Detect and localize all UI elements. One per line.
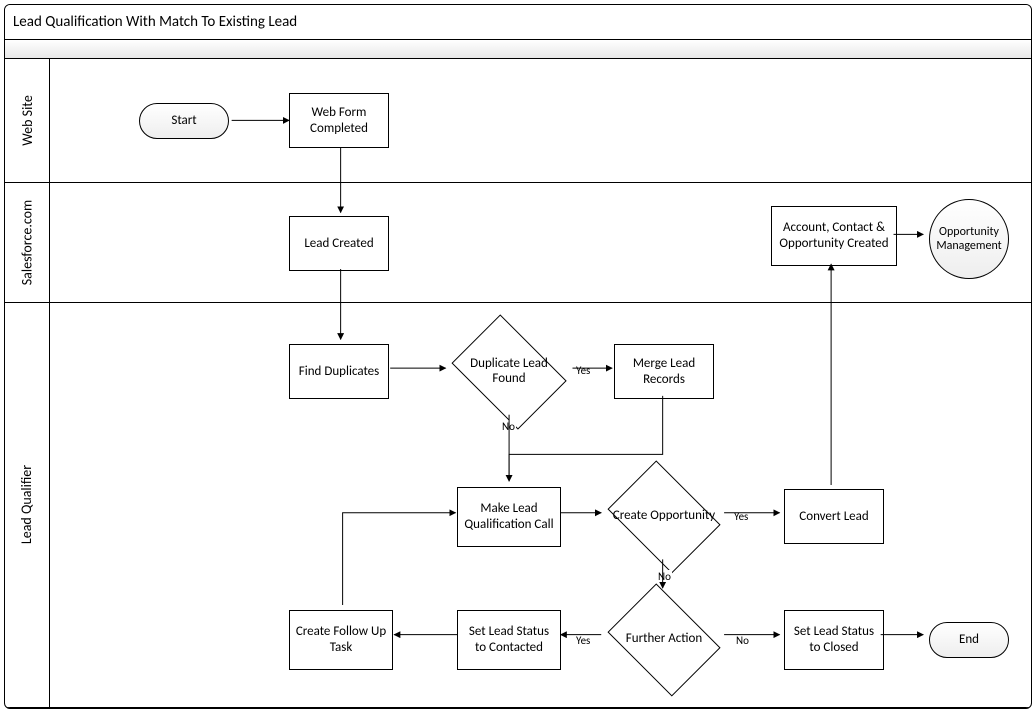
lane-label-lead-qualifier: Lead Qualifier: [5, 302, 50, 707]
lane-label-web-site: Web Site: [5, 58, 50, 182]
edge-label-further-yes: Yes: [575, 634, 591, 647]
diagram-frame: Lead Qualification With Match To Existin…: [0, 0, 1036, 713]
outer-border: Lead Qualification With Match To Existin…: [4, 4, 1032, 709]
web-form-completed-process: Web Form Completed: [289, 93, 389, 148]
start-terminator: Start: [139, 103, 229, 139]
lane-label-salesforce: Salesforce.com: [5, 182, 50, 302]
merge-lead-records-process: Merge Lead Records: [614, 344, 714, 399]
edge-label-opp-yes: Yes: [733, 510, 749, 523]
set-status-closed-process: Set Lead Status to Closed: [784, 610, 884, 670]
lead-created-process: Lead Created: [289, 216, 389, 271]
make-qualification-call-process: Make Lead Qualification Call: [457, 487, 561, 547]
opportunity-management-offpage: Opportunity Management: [929, 199, 1009, 279]
title-separator: [5, 40, 1031, 59]
create-follow-up-task-process: Create Follow Up Task: [289, 610, 393, 670]
lane-body-web-site: Start Web Form Completed: [49, 58, 1031, 182]
lane-lead-qualifier: Lead Qualifier Find Duplicates Duplicate…: [5, 302, 1031, 708]
duplicate-lead-found-decision: Duplicate Lead Found: [444, 324, 574, 419]
find-duplicates-process: Find Duplicates: [289, 344, 389, 399]
further-action-decision: Further Action: [601, 592, 727, 687]
edge-label-dup-no: No: [501, 420, 516, 433]
diagram-title: Lead Qualification With Match To Existin…: [13, 13, 297, 31]
edge-label-opp-no: No: [657, 570, 672, 583]
lane-salesforce: Salesforce.com Lead Created Account, Con…: [5, 182, 1031, 303]
lane-body-salesforce: Lead Created Account, Contact & Opportun…: [49, 182, 1031, 302]
set-status-contacted-process: Set Lead Status to Contacted: [457, 610, 561, 670]
account-contact-opportunity-process: Account, Contact & Opportunity Created: [771, 206, 897, 266]
lane-body-lead-qualifier: Find Duplicates Duplicate Lead Found Mer…: [49, 302, 1031, 707]
create-opportunity-decision: Create Opportunity: [601, 469, 727, 564]
edge-label-dup-yes: Yes: [575, 364, 591, 377]
title-bar: Lead Qualification With Match To Existin…: [5, 5, 1031, 40]
edge-label-further-no: No: [735, 634, 750, 647]
lanes-area: Web Site Start Web Form Completed Salesf…: [5, 58, 1031, 708]
convert-lead-process: Convert Lead: [784, 489, 884, 544]
end-terminator: End: [929, 622, 1009, 658]
lane-web-site: Web Site Start Web Form Completed: [5, 58, 1031, 183]
